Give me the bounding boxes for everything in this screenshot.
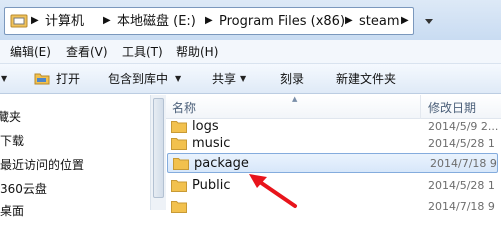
menu-view[interactable]: 查看(V) <box>66 44 108 60</box>
chevron-down-icon[interactable]: ▼ <box>175 71 181 87</box>
burn-button[interactable]: 刻录 <box>280 71 304 87</box>
folder-icon <box>171 121 187 133</box>
menu-edit[interactable]: 编辑(E) <box>10 44 51 60</box>
file-date: 2014/5/9 2... <box>428 120 499 133</box>
folder-icon <box>173 158 189 170</box>
chevron-right-icon[interactable]: ▶ <box>205 12 213 30</box>
nav-item-360-cloud[interactable]: 360云盘 <box>0 179 47 199</box>
nav-item-desktop[interactable]: 桌面 <box>0 201 24 221</box>
nav-pane-scrollbar[interactable] <box>150 95 166 210</box>
open-button[interactable]: 打开 <box>56 71 80 87</box>
menu-bar: 编辑(E) 查看(V) 工具(T) 帮助(H) <box>0 40 501 64</box>
nav-item-recent-places[interactable]: 最近访问的位置 <box>0 155 84 175</box>
file-name: Public <box>192 178 231 193</box>
folder-icon <box>171 201 187 213</box>
chevron-down-icon[interactable]: ▼ <box>1 71 7 87</box>
file-row-partial[interactable]: 2014/7/18 9 <box>166 197 501 217</box>
new-folder-button[interactable]: 新建文件夹 <box>336 71 396 87</box>
chevron-right-icon[interactable]: ▶ <box>345 12 353 30</box>
address-bar-area: ▶ 计算机 ▶ 本地磁盘 (E:) ▶ Program Files (x86) … <box>0 0 501 40</box>
menu-help[interactable]: 帮助(H) <box>176 44 218 60</box>
column-divider[interactable] <box>420 95 421 119</box>
chevron-down-icon[interactable]: ▼ <box>240 71 246 87</box>
file-row-package[interactable]: package 2014/7/18 9 <box>167 153 498 173</box>
file-date: 2014/7/18 9 <box>428 200 495 213</box>
open-icon <box>34 73 50 85</box>
column-header-name[interactable]: 名称 <box>172 99 196 116</box>
chevron-right-icon[interactable]: ▶ <box>401 12 409 30</box>
nav-item-favorites[interactable]: 藏夹 <box>0 107 21 127</box>
file-name: logs <box>192 119 219 134</box>
file-date: 2014/7/18 9 <box>430 157 497 170</box>
address-dropdown-icon[interactable] <box>418 7 440 35</box>
menu-tools[interactable]: 工具(T) <box>122 44 163 60</box>
file-row-music[interactable]: music 2014/5/28 1 <box>166 134 501 154</box>
column-header-row: ▲ 名称 修改日期 <box>166 95 501 119</box>
navigation-pane: 藏夹 下载 最近访问的位置 360云盘 桌面 <box>0 95 150 218</box>
breadcrumb-program-files[interactable]: Program Files (x86) <box>219 13 345 31</box>
file-row-public[interactable]: Public 2014/5/28 1 <box>166 176 501 196</box>
share-button[interactable]: 共享 <box>212 71 236 87</box>
folder-icon <box>171 138 187 150</box>
scrollbar-thumb[interactable] <box>153 98 164 198</box>
include-in-library-button[interactable]: 包含到库中 <box>108 71 168 87</box>
folder-icon <box>171 180 187 192</box>
file-name: music <box>192 136 231 151</box>
chevron-right-icon[interactable]: ▶ <box>103 12 111 30</box>
nav-item-downloads[interactable]: 下载 <box>0 131 24 151</box>
file-list: ▲ 名称 修改日期 logs 2014/5/9 2... music 2014/… <box>166 95 501 213</box>
address-bar[interactable]: ▶ 计算机 ▶ 本地磁盘 (E:) ▶ Program Files (x86) … <box>4 7 414 35</box>
sort-ascending-icon: ▲ <box>292 95 298 103</box>
column-header-date[interactable]: 修改日期 <box>428 99 476 116</box>
breadcrumb-steam[interactable]: steam <box>359 13 400 31</box>
file-date: 2014/5/28 1 <box>428 179 495 192</box>
file-date: 2014/5/28 1 <box>428 137 495 150</box>
chevron-right-icon[interactable]: ▶ <box>31 12 39 30</box>
command-bar: ▼ 打开 包含到库中 ▼ 共享 ▼ 刻录 新建文件夹 <box>0 64 501 94</box>
breadcrumb-local-disk[interactable]: 本地磁盘 (E:) <box>117 13 196 31</box>
annotation-arrow-icon <box>249 174 297 208</box>
computer-folder-icon <box>10 14 28 28</box>
breadcrumb-computer[interactable]: 计算机 <box>45 13 84 31</box>
